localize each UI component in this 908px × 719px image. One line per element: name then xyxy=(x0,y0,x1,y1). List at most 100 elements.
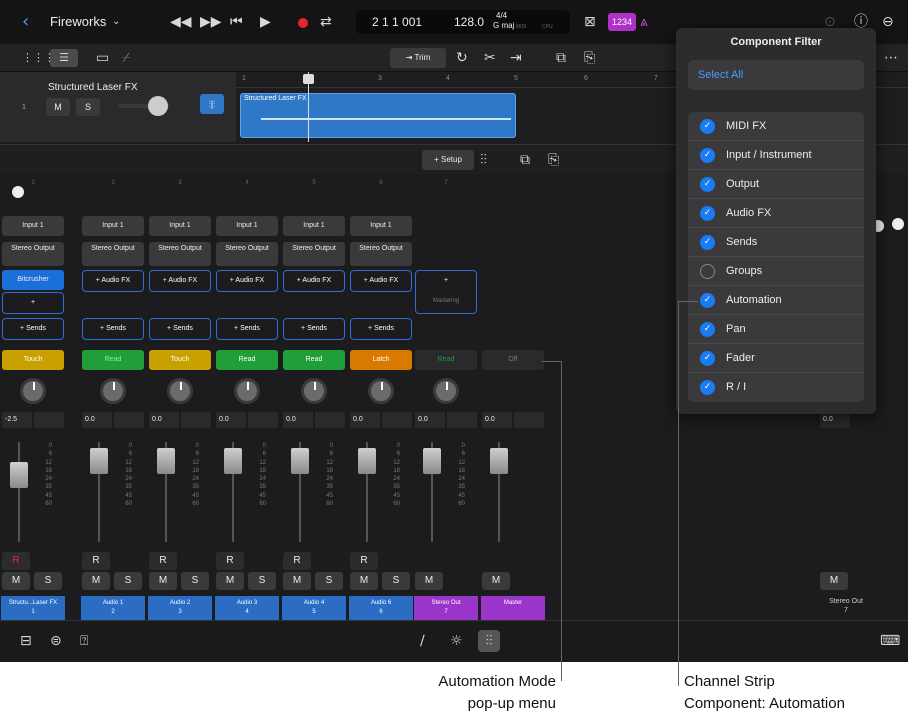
smart-controls-icon[interactable]: ⌿ xyxy=(122,48,130,68)
checkmark-icon[interactable]: ✓ xyxy=(700,177,715,192)
more-options-icon[interactable]: ⊖ xyxy=(882,12,894,32)
input-slot[interactable]: Input 1 xyxy=(2,216,64,236)
record-enable-button[interactable]: R xyxy=(82,552,110,570)
output-slot[interactable]: Stereo Output xyxy=(149,242,211,266)
checkmark-icon[interactable]: ✓ xyxy=(700,293,715,308)
fader-cap[interactable] xyxy=(358,448,376,474)
strip-name-bar[interactable]: Audio 6 6 xyxy=(349,596,413,620)
record-enable-button[interactable]: R xyxy=(2,552,30,570)
pan-knob[interactable] xyxy=(100,378,126,404)
volume-fader[interactable]: 0 6 12 18 24 35 45 60 xyxy=(289,442,339,542)
mute-button[interactable]: M xyxy=(482,572,510,590)
filter-item[interactable]: ✓ Pan xyxy=(688,315,864,344)
input-slot[interactable]: Input 1 xyxy=(283,216,345,236)
track-mute-button[interactable]: M xyxy=(46,98,70,116)
pan-knob[interactable] xyxy=(433,378,459,404)
smart-controls-dial-icon[interactable]: ☼ xyxy=(450,631,463,651)
library-icon[interactable]: ⊟ xyxy=(20,631,32,651)
filter-item[interactable]: ✓ MIDI FX xyxy=(688,112,864,141)
pan-knob[interactable] xyxy=(167,378,193,404)
checkmark-icon[interactable]: ✓ xyxy=(700,322,715,337)
project-title[interactable]: Fireworks xyxy=(50,14,106,29)
fader-cap[interactable] xyxy=(224,448,242,474)
pan-knob[interactable] xyxy=(368,378,394,404)
filter-item[interactable]: ✓ Input / Instrument xyxy=(688,141,864,170)
solo-button[interactable]: S xyxy=(181,572,209,590)
solo-button[interactable]: S xyxy=(382,572,410,590)
filter-item[interactable]: ✓ Fader xyxy=(688,344,864,373)
select-all-button[interactable]: Select All xyxy=(688,60,864,90)
pan-value[interactable]: 0.0 xyxy=(149,412,179,428)
filter-item[interactable]: Groups xyxy=(688,257,864,286)
output-slot[interactable]: Stereo Output xyxy=(283,242,345,266)
solo-button[interactable]: S xyxy=(248,572,276,590)
automation-mode-popup[interactable]: Off xyxy=(482,350,544,370)
checkmark-icon[interactable]: ✓ xyxy=(700,235,715,250)
solo-button[interactable]: S xyxy=(114,572,142,590)
output-slot[interactable]: Stereo Output xyxy=(82,242,144,266)
strip-name-bar[interactable]: Master xyxy=(481,596,545,620)
output-slot[interactable]: Stereo Output xyxy=(2,242,64,266)
count-in-button[interactable]: 1234 xyxy=(608,13,636,31)
record-enable-button[interactable]: R xyxy=(283,552,311,570)
pan-knob[interactable] xyxy=(301,378,327,404)
volume-fader[interactable] xyxy=(488,442,538,542)
checkmark-icon[interactable]: ✓ xyxy=(700,351,715,366)
cycle-icon[interactable]: ⇄ xyxy=(320,12,332,32)
add-sends-button[interactable]: + Sends xyxy=(82,318,144,340)
record-enable-button[interactable]: R xyxy=(350,552,378,570)
mixer-settings-icon[interactable]: ⫶⫶ xyxy=(480,150,487,170)
input-slot[interactable]: Input 1 xyxy=(149,216,211,236)
add-sends-button[interactable]: + Sends xyxy=(149,318,211,340)
fader-cap[interactable] xyxy=(490,448,508,474)
inspector-icon[interactable]: ⊜ xyxy=(50,631,62,651)
add-audio-fx-button[interactable]: + Audio FX xyxy=(350,270,412,292)
unchecked-circle-icon[interactable] xyxy=(700,264,715,279)
track-solo-button[interactable]: S xyxy=(76,98,100,116)
strip-name-bar[interactable]: Audio 1 2 xyxy=(81,596,145,620)
trim-tool-button[interactable]: ⇥ Trim xyxy=(390,48,446,68)
pan-knob[interactable] xyxy=(20,378,46,404)
pan-value[interactable]: 0.0 xyxy=(482,412,512,428)
pan-value[interactable]: -2.5 xyxy=(2,412,32,428)
window-toggle-icon[interactable]: ▭ xyxy=(96,48,109,68)
record-enable-button[interactable]: R xyxy=(149,552,177,570)
checkmark-icon[interactable]: ✓ xyxy=(700,380,715,395)
loop-icon[interactable]: ↻ xyxy=(456,48,468,68)
strip-name-bar[interactable]: Audio 3 4 xyxy=(215,596,279,620)
volume-fader[interactable]: 0 6 12 18 24 35 45 60 xyxy=(421,442,471,542)
add-audio-fx-button[interactable]: + xyxy=(2,292,64,314)
automation-mode-popup[interactable]: Read xyxy=(216,350,278,370)
mastering-slot[interactable]: + Mastering xyxy=(415,270,477,314)
copy-strip-icon[interactable]: ⧉ xyxy=(520,150,530,170)
join-icon[interactable]: ⇥ xyxy=(510,48,522,68)
automation-mode-popup[interactable]: Read xyxy=(283,350,345,370)
mute-button[interactable]: M xyxy=(149,572,177,590)
strip-filter-icon[interactable] xyxy=(892,218,904,230)
volume-fader[interactable]: 0 6 12 18 24 35 45 60 xyxy=(155,442,205,542)
input-slot[interactable]: Input 1 xyxy=(350,216,412,236)
playhead-handle[interactable] xyxy=(303,74,314,84)
info-icon[interactable]: ⍰ xyxy=(80,631,88,651)
mute-button[interactable]: M xyxy=(415,572,443,590)
strip-name-bar[interactable]: Structu...Laser FX 1 xyxy=(1,596,65,620)
audio-region[interactable]: Structured Laser FX xyxy=(240,93,516,138)
scissors-icon[interactable]: ✂ xyxy=(484,48,496,68)
lcd-display[interactable]: 2 1 1 001 128.0 4/4 G maj MIDI CPU xyxy=(356,10,570,34)
input-slot[interactable]: Input 1 xyxy=(82,216,144,236)
track-volume-knob[interactable] xyxy=(148,96,168,116)
copy-icon[interactable]: ⧉ xyxy=(556,48,566,68)
track-header[interactable]: 1 Structured Laser FX M S ⫶|⫶ xyxy=(0,72,236,142)
solo-button[interactable]: S xyxy=(315,572,343,590)
mute-button[interactable]: M xyxy=(82,572,110,590)
output-slot[interactable]: Stereo Output xyxy=(350,242,412,266)
add-audio-fx-button[interactable]: + Audio FX xyxy=(82,270,144,292)
volume-fader[interactable]: 0 6 12 18 24 35 45 60 xyxy=(222,442,272,542)
fader-cap[interactable] xyxy=(291,448,309,474)
paste-icon[interactable]: ⎘ xyxy=(584,48,595,68)
add-audio-fx-button[interactable]: + Audio FX xyxy=(149,270,211,292)
audio-fx-plugin-slot[interactable]: Bitcrusher xyxy=(2,270,64,290)
filter-item[interactable]: ✓ Automation xyxy=(688,286,864,315)
strip-name-bar[interactable]: Audio 4 5 xyxy=(282,596,346,620)
pan-knob[interactable] xyxy=(234,378,260,404)
